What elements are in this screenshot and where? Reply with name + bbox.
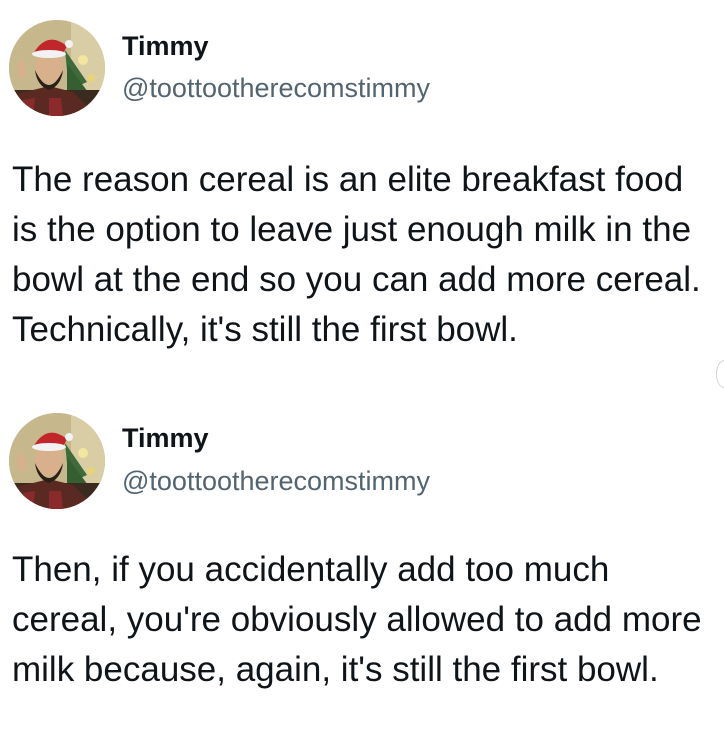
author-handle[interactable]: @toottootherecomstimmy xyxy=(122,72,430,104)
tweet-text: Then, if you accidentally add too much c… xyxy=(12,550,702,689)
author-handle[interactable]: @toottootherecomstimmy xyxy=(122,465,430,497)
scroll-edge-indicator xyxy=(716,360,724,388)
author-name[interactable]: Timmy xyxy=(122,422,209,454)
avatar-photo xyxy=(9,413,105,509)
avatar-photo xyxy=(9,20,105,116)
author-name[interactable]: Timmy xyxy=(122,30,209,62)
avatar[interactable] xyxy=(9,413,105,509)
tweet-text: The reason cereal is an elite breakfast … xyxy=(12,160,701,349)
avatar[interactable] xyxy=(9,20,105,116)
